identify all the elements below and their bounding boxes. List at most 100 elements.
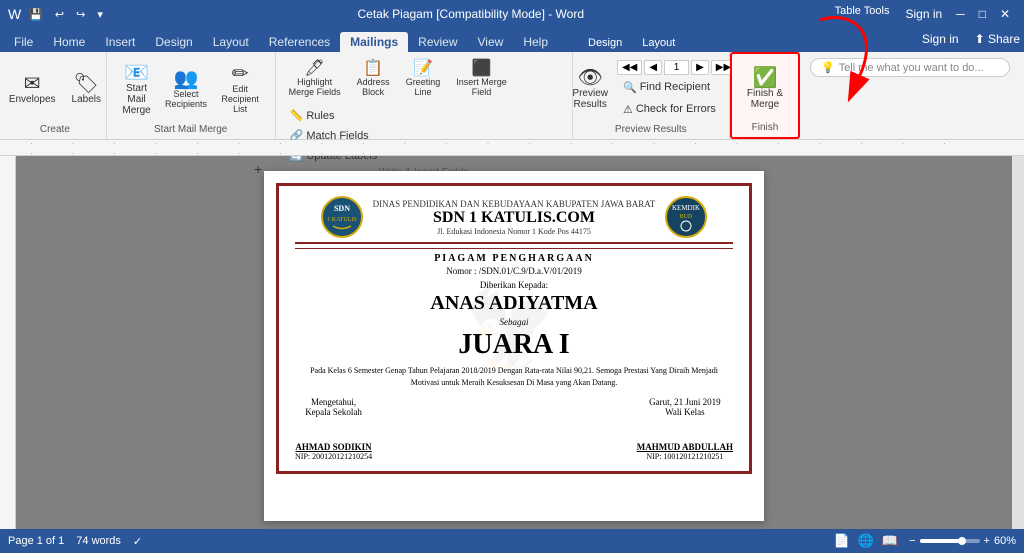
zoom-thumb [958,537,966,545]
cert-footer: Mengetahui, Kepala Sekolah AHMAD SODIKIN… [295,397,733,461]
rules-button[interactable]: 📏 Rules [284,106,384,125]
start-mail-merge-button[interactable]: 📧 Start Mail Merge [113,58,161,121]
tab-insert[interactable]: Insert [95,32,145,52]
undo-qat-button[interactable]: ↩ [51,6,68,23]
redo-qat-button[interactable]: ↪ [72,6,89,23]
nav-prev-button[interactable]: ◀ [644,60,662,75]
finish-merge-icon: ✅ [753,68,778,88]
cert-address: Jl. Edukasi Indonesia Nomor 1 Kode Pos 4… [373,227,656,236]
rules-icon: 📏 [290,109,304,122]
finish-merge-button[interactable]: ✅ Finish & Merge [740,63,790,115]
right-logo: KEMDIK BUD [665,196,707,238]
nav-first-button[interactable]: ◀◀ [617,60,642,75]
view-buttons: 📄 🌐 📖 [831,532,902,550]
envelopes-icon: ✉ [24,74,41,94]
address-block-icon: 📋 [363,61,383,77]
greeting-line-button[interactable]: 📝 Greeting Line [399,56,448,102]
preview-icon: 👁 [578,68,603,88]
cert-award: JUARA I [295,329,733,361]
edit-recipient-list-button[interactable]: ✏ Edit Recipient List [212,59,269,119]
ribbon-group-preview: 👁 Preview Results ◀◀ ◀ ▶ ▶▶ 🔍 Find Recip… [573,52,730,139]
svg-text:KEMDIK: KEMDIK [672,204,700,212]
greeting-line-label: Greeting Line [406,77,441,97]
kepala-sekolah-label: Kepala Sekolah [295,407,372,417]
highlight-merge-fields-button[interactable]: 🖊 Highlight Merge Fields [282,56,348,102]
cert-header-text: DINAS PENDIDIKAN DAN KEBUDAYAAN KABUPATE… [373,199,656,236]
envelopes-label: Envelopes [9,94,56,105]
svg-text:SDN: SDN [334,204,350,213]
select-recipients-label: Select Recipients [165,89,207,109]
greeting-icon: 📝 [413,61,433,77]
certificate: 🦅 SDN 1 KATULIS DINAS PENDIDI [276,183,752,474]
cert-divider-top [295,242,733,244]
check-errors-button[interactable]: ⚠ Check for Errors [617,100,736,119]
tab-design[interactable]: Design [145,32,202,52]
envelopes-button[interactable]: ✉ Envelopes [2,69,63,110]
ruler-marks: · · · · · · · · · · · · · · · · · · · · … [30,138,994,158]
zoom-out-icon[interactable]: − [909,535,915,547]
tab-references[interactable]: References [259,32,340,52]
minimize-button[interactable]: ─ [950,5,971,23]
cert-nomor: Nomor : /SDN.01/C.9/D.a.V/01/2019 [295,266,733,276]
svg-text:1 KATULIS: 1 KATULIS [327,217,357,223]
navigation-controls: ◀◀ ◀ ▶ ▶▶ [617,60,736,75]
preview-results-button[interactable]: 👁 Preview Results [565,63,615,115]
ribbon-group-finish: ✅ Finish & Merge Finish [730,52,800,139]
address-block-button[interactable]: 📋 Address Block [350,56,397,102]
finish-merge-label: Finish & Merge [747,88,783,110]
tell-me-bar[interactable]: 💡 Tell me what you want to do... [810,58,1010,77]
nav-next-button[interactable]: ▶ [691,60,709,75]
mengetahui-label: Mengetahui, [295,397,372,407]
restore-button[interactable]: □ [973,5,992,23]
cert-header: SDN 1 KATULIS DINAS PENDIDIKAN DAN KEBUD… [295,196,733,238]
zoom-level: 60% [994,535,1016,547]
tab-home[interactable]: Home [43,32,95,52]
labels-button[interactable]: 🏷 Labels [65,69,108,110]
left-logo: SDN 1 KATULIS [321,196,363,238]
cert-sebagai: Sebagai [295,317,733,327]
cert-sig-right: Garut, 21 Juni 2019 Wali Kelas MAHMUD AB… [637,397,733,461]
tab-layout[interactable]: Layout [203,32,259,52]
print-layout-button[interactable]: 📄 [831,532,853,550]
read-mode-button[interactable]: 📖 [879,532,901,550]
save-qat-button[interactable]: 💾 [25,6,47,23]
window-controls: Table Tools Sign in ─ □ ✕ [835,5,1016,23]
tab-help[interactable]: Help [513,32,558,52]
find-recipient-icon: 🔍 [623,81,637,94]
svg-text:BUD: BUD [680,214,693,220]
document-page[interactable]: 🦅 SDN 1 KATULIS DINAS PENDIDI [264,171,764,521]
tab-view[interactable]: View [468,32,514,52]
zoom-in-icon[interactable]: + [984,535,990,547]
ribbon: ✉ Envelopes 🏷 Labels Create 📧 Start Mail… [0,52,1024,140]
start-mail-merge-group-label: Start Mail Merge [154,122,227,135]
page-info: Page 1 of 1 [8,535,64,547]
close-button[interactable]: ✕ [994,5,1016,23]
window-title: Cetak Piagam [Compatibility Mode] - Word [107,7,835,21]
tab-table-design[interactable]: Design [578,34,632,52]
sign-in-title-button[interactable]: Sign in [899,5,948,23]
highlight-merge-fields-label: Highlight Merge Fields [289,77,341,97]
insert-merge-field-button[interactable]: ⬛ Insert Merge Field [449,56,514,102]
sign-in-button[interactable]: Sign in [912,29,969,49]
cert-description: Pada Kelas 6 Semester Genap Tahun Pelaja… [295,365,733,389]
web-layout-button[interactable]: 🌐 [855,532,877,550]
cert-school-name: SDN 1 KATULIS.COM [373,209,656,227]
find-recipient-button[interactable]: 🔍 Find Recipient [617,78,736,97]
tab-mailings[interactable]: Mailings [340,32,408,52]
lightbulb-icon: 💡 [821,61,835,74]
status-right: 📄 🌐 📖 − + 60% [831,532,1016,550]
tab-file[interactable]: File [4,32,43,52]
finish-items: ✅ Finish & Merge [740,58,790,120]
tab-review[interactable]: Review [408,32,467,52]
zoom-slider[interactable] [920,539,980,543]
preview-items: 👁 Preview Results ◀◀ ◀ ▶ ▶▶ 🔍 Find Recip… [565,56,736,122]
tab-table-layout[interactable]: Layout [632,34,685,52]
qat-dropdown-button[interactable]: ▾ [93,6,107,23]
vertical-scrollbar[interactable] [1012,156,1024,529]
labels-icon: 🏷 [74,74,99,94]
status-bar: Page 1 of 1 74 words ✓ 📄 🌐 📖 − + 60% [0,529,1024,553]
nav-current-input[interactable] [664,60,689,75]
edit-recipient-label: Edit Recipient List [219,84,262,114]
select-recipients-button[interactable]: 👥 Select Recipients [162,64,209,114]
ribbon-group-start-mail-merge: 📧 Start Mail Merge 👥 Select Recipients ✏… [107,52,276,139]
